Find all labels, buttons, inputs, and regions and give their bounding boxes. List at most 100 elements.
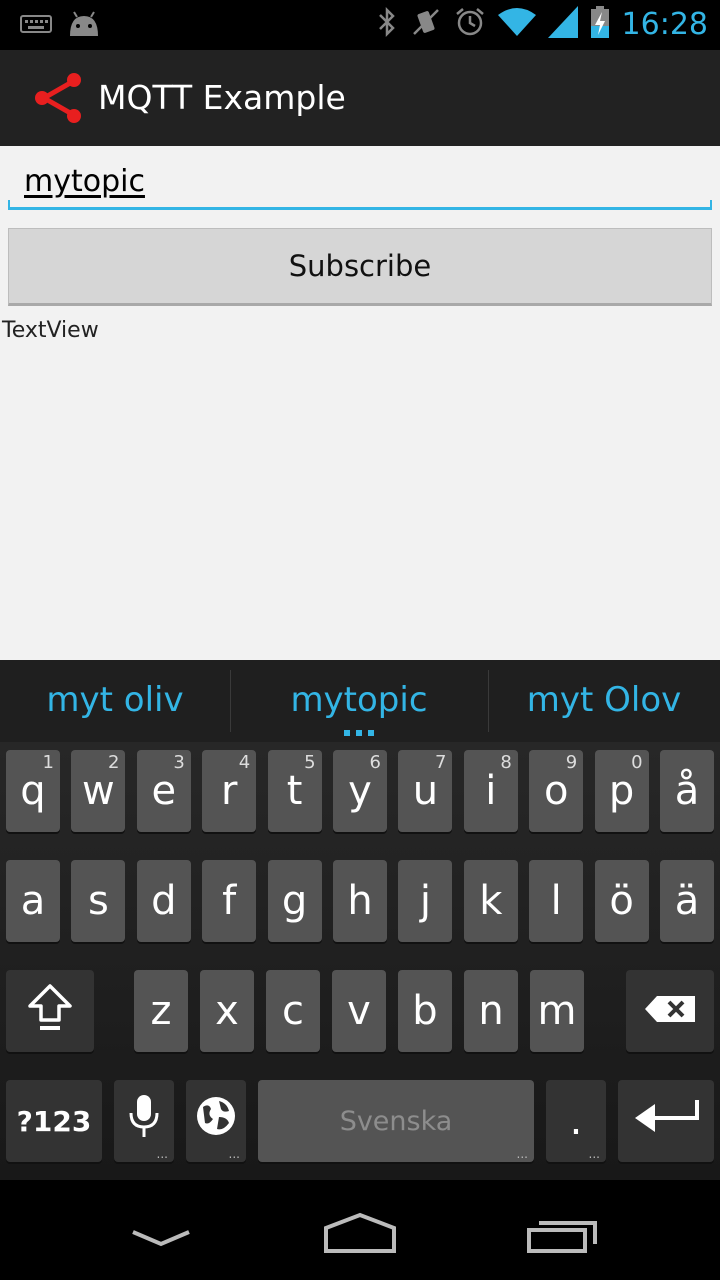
key-label: z (150, 988, 172, 1034)
language-key[interactable]: ... (186, 1080, 246, 1162)
enter-icon (631, 1096, 701, 1146)
key-hint: 4 (238, 752, 251, 773)
backspace-icon (643, 988, 697, 1034)
clock: 16:28 (621, 6, 708, 42)
key-label: h (347, 878, 373, 924)
subscribe-button[interactable]: Subscribe (8, 228, 712, 306)
microphone-icon (127, 1093, 161, 1149)
key-label: j (419, 878, 431, 924)
more-suggestions-indicator (344, 730, 374, 736)
shift-icon (26, 982, 74, 1040)
key-g[interactable]: g (267, 860, 322, 942)
share-icon[interactable] (32, 72, 84, 124)
suggestion-strip: myt oliv mytopic myt Olov (0, 660, 720, 742)
wifi-icon (497, 7, 536, 41)
key-j[interactable]: j (398, 860, 453, 942)
key-ä[interactable]: ä (660, 860, 714, 942)
battery-charging-icon (590, 6, 610, 42)
key-a[interactable]: a (6, 860, 60, 942)
more-indicator: ... (516, 1147, 528, 1161)
key-h[interactable]: h (333, 860, 387, 942)
key-l[interactable]: l (529, 860, 584, 942)
key-label: ä (674, 878, 700, 924)
key-k[interactable]: k (463, 860, 518, 942)
key-label: i (485, 768, 497, 814)
key-y[interactable]: y6 (333, 750, 387, 832)
navigation-bar (0, 1180, 720, 1280)
key-label: o (543, 768, 569, 814)
signal-icon (547, 6, 578, 42)
key-hint: 2 (107, 752, 120, 773)
key-q[interactable]: q1 (6, 750, 60, 832)
keyboard-icon (20, 12, 52, 40)
key-label: m (537, 988, 577, 1034)
alarm-icon (454, 6, 486, 42)
key-label: å (674, 768, 700, 814)
key-label: q (20, 768, 46, 814)
globe-icon (195, 1095, 237, 1147)
soft-keyboard: myt oliv mytopic myt Olov q1w2e3r4t5y6u7… (0, 660, 720, 1180)
suggestion-right[interactable]: myt Olov (488, 680, 720, 720)
key-label: k (479, 878, 503, 924)
key-x[interactable]: x (200, 970, 254, 1052)
key-label: b (412, 988, 438, 1034)
key-label: w (82, 768, 115, 814)
key-label: a (20, 878, 46, 924)
enter-key[interactable] (618, 1080, 714, 1162)
app-title: MQTT Example (98, 78, 346, 117)
key-label: x (215, 988, 239, 1034)
action-bar: MQTT Example (0, 50, 720, 146)
key-o[interactable]: o9 (529, 750, 584, 832)
voice-input-key[interactable]: ... (114, 1080, 174, 1162)
key-hint: 1 (42, 752, 54, 773)
back-icon[interactable] (130, 1228, 192, 1252)
suggestion-center[interactable]: mytopic (230, 680, 488, 720)
backspace-key[interactable] (626, 970, 714, 1052)
symbols-key[interactable]: ?123 (6, 1080, 102, 1162)
shift-key[interactable] (6, 970, 94, 1052)
recent-apps-icon[interactable] (526, 1216, 600, 1258)
key-f[interactable]: f (202, 860, 257, 942)
more-indicator: ... (588, 1147, 600, 1161)
key-i[interactable]: i8 (463, 750, 518, 832)
suggestion-left[interactable]: myt oliv (0, 680, 230, 720)
topic-input[interactable]: mytopic (8, 158, 712, 210)
android-icon (66, 10, 102, 42)
space-key-label: Svenska (339, 1105, 453, 1137)
key-b[interactable]: b (398, 970, 452, 1052)
key-s[interactable]: s (71, 860, 126, 942)
key-r[interactable]: r4 (202, 750, 257, 832)
key-t[interactable]: t5 (267, 750, 322, 832)
key-ö[interactable]: ö (594, 860, 649, 942)
key-label: f (222, 878, 237, 924)
key-å[interactable]: å (660, 750, 714, 832)
vibrate-mute-icon (410, 6, 442, 42)
key-label: v (347, 988, 371, 1034)
bluetooth-icon (376, 6, 398, 42)
key-n[interactable]: n (464, 970, 518, 1052)
key-u[interactable]: u7 (398, 750, 453, 832)
key-w[interactable]: w2 (71, 750, 126, 832)
key-m[interactable]: m (530, 970, 584, 1052)
key-e[interactable]: e3 (136, 750, 191, 832)
key-c[interactable]: c (266, 970, 320, 1052)
key-label: d (151, 878, 177, 924)
space-key[interactable]: Svenska ... (258, 1080, 534, 1162)
key-hint: 6 (369, 752, 381, 773)
key-label: y (348, 768, 372, 814)
key-hint: 3 (173, 752, 185, 773)
key-d[interactable]: d (136, 860, 191, 942)
main-content: mytopic Subscribe TextView (0, 146, 720, 660)
home-icon[interactable] (322, 1212, 398, 1258)
key-v[interactable]: v (332, 970, 386, 1052)
key-p[interactable]: p0 (594, 750, 649, 832)
period-key[interactable]: . ... (546, 1080, 606, 1162)
more-indicator: ... (156, 1147, 168, 1161)
period-key-label: . (569, 1098, 583, 1144)
status-bar: 16:28 (0, 0, 720, 50)
output-textview: TextView (2, 318, 99, 343)
key-label: t (286, 768, 303, 814)
key-label: n (478, 988, 504, 1034)
topic-input-value: mytopic (24, 164, 145, 199)
key-z[interactable]: z (134, 970, 188, 1052)
